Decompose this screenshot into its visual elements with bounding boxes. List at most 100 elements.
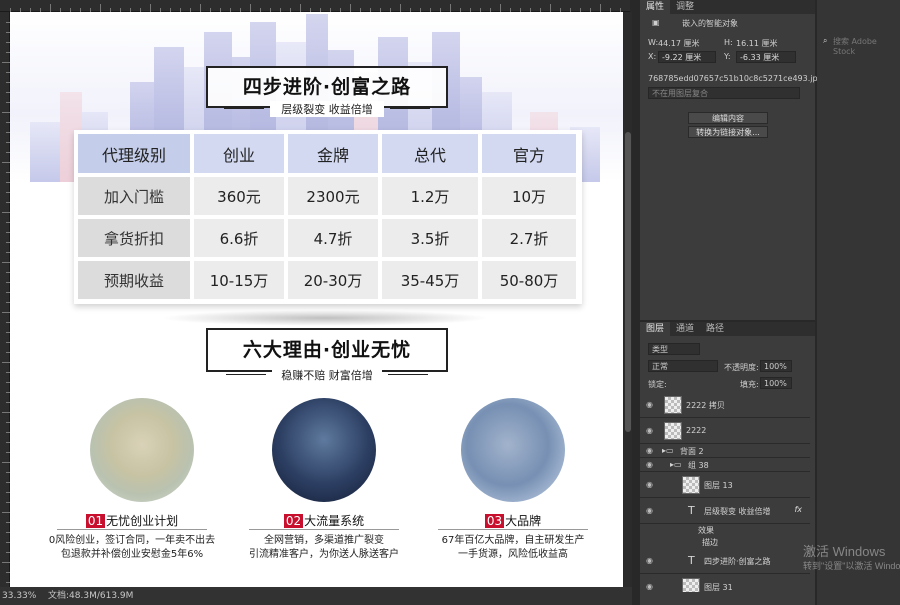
y-field[interactable]: -6.33 厘米	[736, 51, 796, 63]
layer-name: 2222	[686, 426, 707, 435]
vertical-ruler	[0, 12, 10, 587]
horizontal-ruler	[0, 0, 630, 12]
blend-mode-select[interactable]: 正常	[648, 360, 718, 372]
layer-name: 2222 拷贝	[686, 401, 725, 410]
layer-name: 图层 13	[704, 481, 733, 490]
convert-to-linked-button[interactable]: 转换为链接对象...	[688, 126, 768, 138]
layer-name: 层级裂变 收益倍增	[704, 507, 771, 516]
layer-row[interactable]: ◉ ▸▭ 背面 2	[640, 444, 810, 458]
eye-icon[interactable]: ◉	[646, 480, 653, 489]
smart-object-type: 嵌入的智能对象	[682, 19, 738, 28]
reason-number: 02	[283, 514, 304, 528]
eye-icon[interactable]: ◉	[646, 582, 653, 591]
layer-row[interactable]: ◉ T 层级裂变 收益倍增 fx	[640, 498, 810, 524]
smart-object-icon: ▣	[652, 18, 660, 27]
opacity-field[interactable]: 100%	[760, 360, 792, 372]
layer-name: 描边	[702, 538, 718, 547]
layer-name: 效果	[698, 526, 714, 535]
reason-description: 0风险创业，签订合同，一年卖不出去	[48, 535, 216, 546]
table-cell: 50-80万	[482, 261, 576, 299]
tab-paths[interactable]: 路径	[700, 322, 730, 336]
table-cell: 2300元	[288, 177, 378, 215]
reason-title: 02 大流量系统	[244, 512, 404, 529]
table-row-label: 预期收益	[78, 261, 190, 299]
layer-row[interactable]: ◉ 图层 13	[640, 472, 810, 498]
tab-layers[interactable]: 图层	[640, 322, 671, 336]
windows-activation-hint: 转到"设置"以激活 Windows。	[803, 561, 900, 571]
table-shadow	[160, 310, 490, 326]
reason-title-text: 无忧创业计划	[106, 514, 179, 528]
table-cell: 1.2万	[382, 177, 478, 215]
tab-properties[interactable]: 属性	[640, 0, 671, 14]
search-icon: ⌕	[823, 36, 828, 45]
document-canvas[interactable]: 四步进阶·创富之路 层级裂变 收益倍增 代理级别 创业 金牌 总代 官方 加入门槛 360元…	[10, 12, 623, 587]
layer-row[interactable]: 效果	[640, 524, 810, 536]
table-header-cell: 总代	[382, 134, 478, 173]
height-field[interactable]: 16.11 厘米	[736, 38, 777, 49]
layer-thumbnail	[682, 578, 700, 592]
table-header-cell: 官方	[482, 134, 576, 173]
reason-divider	[438, 529, 588, 530]
text-layer-icon: T	[688, 504, 695, 517]
table-cell: 20-30万	[288, 261, 378, 299]
edit-contents-button[interactable]: 编辑内容	[688, 112, 768, 124]
windows-activation-watermark: 激活 Windows	[803, 544, 886, 559]
folder-icon: ▸▭	[662, 446, 674, 455]
x-label: X:	[648, 52, 657, 61]
status-bar: 33.33% 文档:48.3M/613.9M	[0, 587, 632, 605]
agent-level-table: 代理级别 创业 金牌 总代 官方 加入门槛 360元 2300元 1.2万 10万 拿货折扣 6.6折…	[74, 130, 582, 304]
canvas-vertical-scrollbar[interactable]	[624, 12, 632, 587]
subtitle-six-reasons: 稳赚不赔 财富倍增	[226, 367, 428, 383]
eye-icon[interactable]: ◉	[646, 400, 653, 409]
reason-number: 03	[484, 514, 505, 528]
eye-icon[interactable]: ◉	[646, 556, 653, 565]
reason-divider	[249, 529, 399, 530]
reason-image-1	[90, 398, 194, 502]
reason-title: 03 大品牌	[433, 512, 593, 529]
table-cell: 4.7折	[288, 219, 378, 257]
fill-label: 填充:	[740, 380, 759, 389]
table-row-label: 拿货折扣	[78, 219, 190, 257]
reason-description: 包退款并补偿创业安慰金5年6%	[60, 549, 204, 560]
reason-description: 67年百亿大品牌，自主研发生产	[441, 535, 585, 546]
eye-icon[interactable]: ◉	[646, 506, 653, 515]
text-layer-icon: T	[688, 554, 695, 567]
layer-row[interactable]: ◉ 2222 拷贝	[640, 392, 810, 418]
layer-row[interactable]: ◉ 图层 31	[640, 574, 810, 592]
reason-number: 01	[85, 514, 106, 528]
tab-adjustments[interactable]: 调整	[670, 0, 700, 14]
smart-object-filename: 768785edd07657c51b10c8c5271ce493.jpg	[648, 74, 823, 83]
reason-divider	[57, 529, 207, 530]
reason-description: 一手货源，风险低收益高	[458, 549, 568, 560]
layer-name: 背面 2	[680, 447, 704, 456]
table-header-cell: 金牌	[288, 134, 378, 173]
properties-panel: 属性 调整 ▣ 嵌入的智能对象 W: 44.17 厘米 H: 16.11 厘米 X…	[640, 0, 823, 320]
y-label: Y:	[724, 52, 731, 61]
layer-filter-select[interactable]: 类型	[648, 343, 700, 355]
layer-row[interactable]: 描边	[640, 536, 810, 548]
layer-row[interactable]: ◉ ▸▭ 组 38	[640, 458, 810, 472]
table-row-label: 加入门槛	[78, 177, 190, 215]
stock-search-input[interactable]: 搜索 Adobe Stock	[833, 36, 900, 56]
eye-icon[interactable]: ◉	[646, 460, 653, 469]
fx-icon[interactable]: fx	[794, 505, 802, 514]
tab-channels[interactable]: 通道	[670, 322, 700, 336]
table-cell: 3.5折	[382, 219, 478, 257]
reason-image-2	[272, 398, 376, 502]
layers-panel: 图层 通道 路径 类型 正常 不透明度: 100% 锁定: 填充: 100% ◉ 22…	[640, 322, 815, 605]
layer-row[interactable]: ◉ T 四步进阶·创富之路	[640, 548, 810, 574]
doc-size: 文档:48.3M/613.9M	[48, 591, 134, 601]
lock-label: 锁定:	[648, 380, 667, 389]
zoom-level[interactable]: 33.33%	[2, 587, 36, 605]
layer-comp-select[interactable]: 不在用图层复合	[648, 87, 800, 99]
table-cell: 360元	[194, 177, 284, 215]
layer-thumbnail	[682, 476, 700, 494]
fill-field[interactable]: 100%	[760, 377, 792, 389]
eye-icon[interactable]: ◉	[646, 426, 653, 435]
opacity-label: 不透明度:	[724, 363, 759, 372]
x-field[interactable]: -9.22 厘米	[658, 51, 716, 63]
eye-icon[interactable]: ◉	[646, 446, 653, 455]
table-header-cell: 创业	[194, 134, 284, 173]
layer-row[interactable]: ◉ 2222	[640, 418, 810, 444]
width-field[interactable]: 44.17 厘米	[658, 38, 699, 49]
